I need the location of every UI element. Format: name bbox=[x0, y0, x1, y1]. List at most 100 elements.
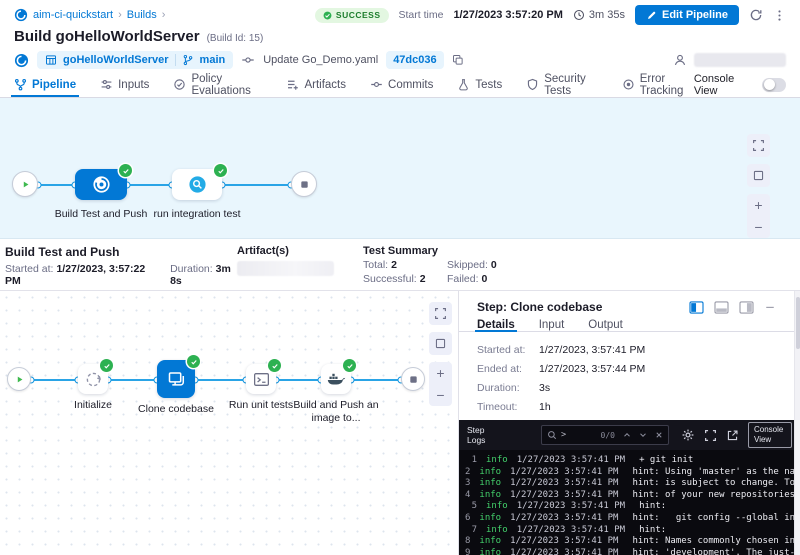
started-at-label: Started at: bbox=[5, 263, 53, 275]
commit-icon bbox=[370, 78, 383, 91]
refresh-button[interactable] bbox=[749, 8, 763, 22]
console-view-button[interactable]: Console View bbox=[748, 422, 792, 448]
breadcrumb-project[interactable]: aim-ci-quickstart bbox=[33, 9, 113, 21]
main-tabbar: Pipeline Inputs Policy Evaluations Artif… bbox=[0, 72, 800, 98]
step-field-duration: Duration:3s bbox=[477, 382, 782, 394]
console-view-label: Console View bbox=[694, 73, 755, 97]
console-log-output[interactable]: 1info 1/27/2023 3:57:41 PM+ git init 2in… bbox=[459, 450, 800, 555]
divider bbox=[175, 54, 176, 66]
pipeline-icon bbox=[14, 78, 27, 91]
zoom-in-icon[interactable]: + bbox=[747, 194, 770, 216]
chevron-right-icon: › bbox=[162, 9, 166, 21]
stage-node-label: run integration test bbox=[147, 208, 247, 221]
start-time-value: 1/27/2023 3:57:20 PM bbox=[453, 9, 562, 21]
tab-commits[interactable]: Commits bbox=[370, 72, 433, 97]
stage-start-node[interactable] bbox=[12, 171, 38, 197]
repo-name: goHelloWorldServer bbox=[63, 54, 169, 66]
breadcrumb-builds[interactable]: Builds bbox=[127, 9, 157, 21]
tab-artifacts[interactable]: Artifacts bbox=[286, 72, 346, 97]
kebab-menu-button[interactable] bbox=[773, 9, 786, 22]
policy-icon bbox=[173, 78, 186, 91]
layout-left-icon[interactable] bbox=[689, 301, 704, 314]
popout-icon[interactable] bbox=[726, 429, 739, 442]
commit-sha[interactable]: 47dc036 bbox=[386, 51, 443, 69]
log-line: 2info 1/27/2023 3:57:41 PMhint: Using 'm… bbox=[465, 467, 800, 479]
pipeline-edge bbox=[25, 184, 304, 186]
step-tab-input[interactable]: Input bbox=[539, 319, 565, 331]
step-tab-output[interactable]: Output bbox=[588, 319, 623, 331]
test-stage-icon bbox=[188, 175, 207, 194]
user-name-redacted bbox=[694, 53, 786, 67]
step-node-initialize[interactable] bbox=[78, 364, 108, 394]
success-check-icon bbox=[343, 359, 356, 372]
log-line: 8info 1/27/2023 3:57:41 PMhint: Names co… bbox=[465, 536, 800, 548]
stop-icon bbox=[406, 372, 421, 387]
user-icon bbox=[673, 53, 687, 67]
tab-tests[interactable]: Tests bbox=[457, 72, 502, 97]
stage-node-build-test-and-push[interactable] bbox=[75, 169, 127, 200]
log-line: 9info 1/27/2023 3:57:41 PMhint: 'develop… bbox=[465, 548, 800, 555]
edit-pipeline-button[interactable]: Edit Pipeline bbox=[635, 5, 739, 25]
test-summary-total: Total:2 bbox=[363, 259, 447, 271]
panel-scrollbar-thumb[interactable] bbox=[796, 297, 800, 349]
tab-label: Pipeline bbox=[32, 79, 76, 91]
copy-icon[interactable] bbox=[452, 54, 464, 66]
log-line: 1info 1/27/2023 3:57:41 PM+ git init bbox=[465, 455, 800, 467]
tab-label: Security Tests bbox=[544, 73, 597, 97]
fullscreen-icon[interactable] bbox=[429, 302, 452, 325]
log-line: 4info 1/27/2023 3:57:41 PMhint: of your … bbox=[465, 490, 800, 502]
zoom-out-icon[interactable]: − bbox=[747, 216, 770, 238]
step-node-clone-codebase[interactable] bbox=[157, 360, 195, 398]
top-header: aim-ci-quickstart › Builds › SUCCESS Sta… bbox=[0, 0, 800, 26]
gear-icon[interactable] bbox=[681, 428, 695, 442]
tab-inputs[interactable]: Inputs bbox=[100, 72, 149, 97]
close-icon[interactable] bbox=[655, 431, 663, 439]
step-node-run-unit-tests[interactable] bbox=[246, 364, 276, 394]
branch-name: main bbox=[200, 54, 226, 66]
repo-icon bbox=[45, 54, 57, 66]
artifact-redacted[interactable] bbox=[237, 261, 334, 276]
tab-pipeline[interactable]: Pipeline bbox=[14, 72, 76, 97]
tab-label: Artifacts bbox=[304, 79, 346, 91]
stage-details-title: Build Test and Push bbox=[5, 245, 237, 259]
play-icon bbox=[14, 374, 25, 385]
zoom-out-icon[interactable]: − bbox=[429, 384, 452, 406]
panel-scrollbar[interactable] bbox=[794, 291, 800, 555]
zoom-in-icon[interactable]: + bbox=[429, 362, 452, 384]
breadcrumb: aim-ci-quickstart › Builds › bbox=[14, 8, 165, 22]
commit-message[interactable]: Update Go_Demo.yaml bbox=[263, 54, 378, 66]
stage-pipeline-canvas[interactable]: + − Build Test and Push run integration … bbox=[0, 98, 800, 239]
search-prompt: > bbox=[561, 430, 566, 440]
tab-policy-evaluations[interactable]: Policy Evaluations bbox=[173, 72, 262, 97]
step-node-label: Build and Push an image to... bbox=[286, 399, 386, 425]
step-logs-label: Step Logs bbox=[467, 425, 499, 445]
harness-logo-icon bbox=[14, 8, 28, 22]
tab-error-tracking[interactable]: Error Tracking bbox=[622, 72, 694, 97]
step-pipeline-canvas[interactable]: + − Initialize Clone codebase Run unit t… bbox=[0, 291, 458, 555]
stage-end-node[interactable] bbox=[291, 171, 317, 197]
fit-view-icon[interactable] bbox=[429, 332, 452, 355]
repo-pill[interactable]: goHelloWorldServer main bbox=[37, 51, 233, 69]
step-node-build-and-push-an-image-to[interactable] bbox=[321, 364, 351, 394]
test-summary-successful: Successful:2 bbox=[363, 273, 447, 285]
fit-view-icon[interactable] bbox=[747, 164, 770, 187]
commit-icon bbox=[241, 53, 255, 67]
layout-right-icon[interactable] bbox=[739, 301, 754, 314]
step-start-node[interactable] bbox=[7, 367, 31, 391]
security-icon bbox=[526, 78, 539, 91]
fullscreen-icon[interactable] bbox=[747, 134, 770, 157]
chevron-up-icon[interactable] bbox=[623, 431, 631, 439]
minimize-icon[interactable] bbox=[764, 301, 776, 313]
expand-icon[interactable] bbox=[704, 429, 717, 442]
tab-security-tests[interactable]: Security Tests bbox=[526, 72, 597, 97]
log-line: 6info 1/27/2023 3:57:41 PMhint: git conf… bbox=[465, 513, 800, 525]
step-tab-details[interactable]: Details bbox=[477, 319, 515, 331]
artifacts-icon bbox=[286, 78, 299, 91]
stage-node-run-integration-test[interactable] bbox=[172, 169, 222, 200]
log-search-input[interactable]: > 0/0 bbox=[541, 425, 669, 445]
layout-bottom-icon[interactable] bbox=[714, 301, 729, 314]
chevron-down-icon[interactable] bbox=[639, 431, 647, 439]
artifacts-label: Artifact(s) bbox=[237, 245, 363, 257]
console-view-toggle[interactable] bbox=[762, 78, 786, 92]
step-end-node[interactable] bbox=[401, 367, 425, 391]
